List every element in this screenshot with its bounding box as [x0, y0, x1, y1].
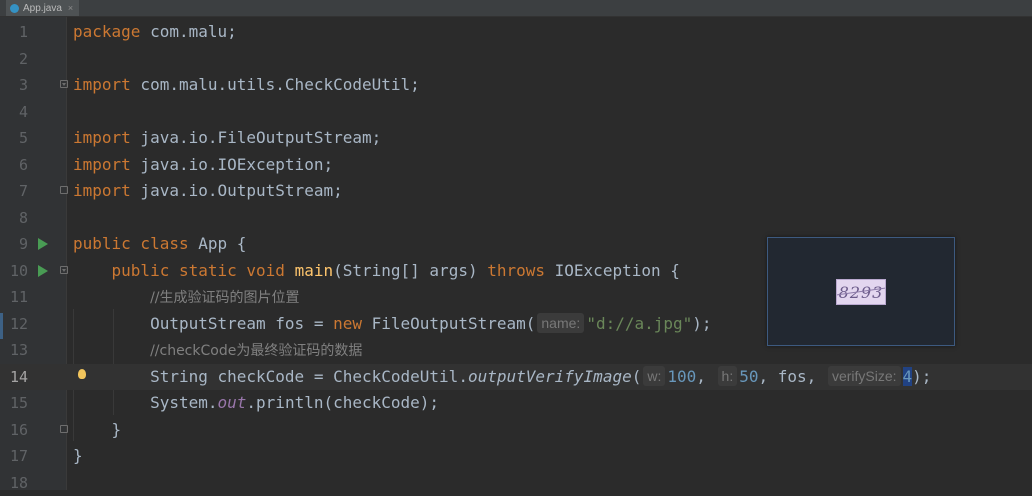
code-line-4[interactable]: 4: [0, 99, 1032, 126]
parameter-hint: h:: [718, 366, 738, 386]
line-number: 6: [0, 152, 28, 179]
keyword: package: [73, 22, 140, 41]
keyword: throws: [487, 261, 545, 280]
line-number: 13: [0, 337, 28, 364]
code-text: (String[] args): [333, 261, 487, 280]
comment: //checkCode为最终验证码的数据: [150, 343, 362, 359]
code-line-16[interactable]: 16 }: [0, 417, 1032, 444]
code-text: }: [112, 420, 122, 439]
line-number: 3: [0, 72, 28, 99]
file-tab-label: App.java: [23, 3, 62, 14]
code-text: (: [632, 367, 642, 386]
close-icon[interactable]: ×: [68, 3, 73, 13]
code-text: OutputStream fos =: [150, 314, 333, 333]
run-icon[interactable]: [38, 238, 48, 250]
code-text: FileOutputStream(: [362, 314, 535, 333]
line-number: 2: [0, 46, 28, 73]
code-line-7[interactable]: 7 import java.io.OutputStream;: [0, 178, 1032, 205]
code-text: java.io.FileOutputStream;: [131, 128, 381, 147]
line-number: 10: [0, 258, 28, 285]
code-line-5[interactable]: 5 import java.io.FileOutputStream;: [0, 125, 1032, 152]
code-line-15[interactable]: 15 System.out.println(checkCode);: [0, 390, 1032, 417]
keyword: public static void: [112, 261, 285, 280]
code-line-18[interactable]: 18: [0, 470, 1032, 496]
code-line-14[interactable]: 14 String checkCode = CheckCodeUtil.outp…: [0, 364, 1032, 391]
java-class-icon: [10, 4, 19, 13]
keyword: import: [73, 155, 131, 174]
editor-tab-bar: App.java ×: [0, 0, 1032, 17]
line-number: 15: [0, 390, 28, 417]
static-field: out: [218, 393, 247, 412]
parameter-hint: name:: [537, 313, 584, 333]
fold-icon[interactable]: [60, 425, 68, 433]
code-line-8[interactable]: 8: [0, 205, 1032, 232]
fold-icon[interactable]: [60, 266, 68, 274]
code-text: java.io.OutputStream;: [131, 181, 343, 200]
line-number: 16: [0, 417, 28, 444]
line-number: 18: [0, 470, 28, 496]
file-tab[interactable]: App.java ×: [6, 0, 79, 16]
code-text: }: [73, 446, 83, 465]
keyword: import: [73, 128, 131, 147]
comment: //生成验证码的图片位置: [150, 290, 299, 306]
code-line-6[interactable]: 6 import java.io.IOException;: [0, 152, 1032, 179]
code-text: );: [912, 367, 931, 386]
keyword: public class: [73, 234, 189, 253]
parameter-hint: w:: [643, 366, 665, 386]
line-number: 17: [0, 443, 28, 470]
captcha-image: 8293: [836, 279, 886, 305]
code-text: com.malu;: [140, 22, 236, 41]
code-text: .println(checkCode);: [246, 393, 439, 412]
keyword: new: [333, 314, 362, 333]
method-call: outputVerifyImage: [468, 367, 632, 386]
line-number: 14: [0, 364, 28, 391]
line-number: 12: [0, 311, 28, 338]
code-text: com.malu.utils.CheckCodeUtil;: [131, 75, 420, 94]
image-preview-popup: 8293: [767, 237, 955, 346]
line-number: 7: [0, 178, 28, 205]
line-number: 8: [0, 205, 28, 232]
run-icon[interactable]: [38, 265, 48, 277]
code-text: , fos,: [759, 367, 817, 386]
string-literal: "d://a.jpg": [586, 314, 692, 333]
number-literal: 50: [739, 367, 758, 386]
code-line-2[interactable]: 2: [0, 46, 1032, 73]
fold-icon[interactable]: [60, 80, 68, 88]
keyword: import: [73, 75, 131, 94]
code-line-17[interactable]: 17 }: [0, 443, 1032, 470]
number-literal: 100: [667, 367, 696, 386]
code-text: App {: [189, 234, 247, 253]
keyword: import: [73, 181, 131, 200]
fold-icon[interactable]: [60, 186, 68, 194]
code-line-1[interactable]: 1 package com.malu;: [0, 19, 1032, 46]
code-editor[interactable]: 1 package com.malu; 2 3 import com.malu.…: [0, 17, 1032, 490]
line-number: 5: [0, 125, 28, 152]
line-number: 9: [0, 231, 28, 258]
selected-number-literal: 4: [903, 367, 913, 386]
code-text: ,: [696, 367, 706, 386]
code-line-3[interactable]: 3 import com.malu.utils.CheckCodeUtil;: [0, 72, 1032, 99]
line-number: 11: [0, 284, 28, 311]
code-text: System.: [150, 393, 217, 412]
method-name: main: [295, 261, 334, 280]
line-number: 4: [0, 99, 28, 126]
code-text: java.io.IOException;: [131, 155, 333, 174]
code-text: String checkCode = CheckCodeUtil.: [150, 367, 468, 386]
line-number: 1: [0, 19, 28, 46]
code-text: );: [692, 314, 711, 333]
parameter-hint: verifySize:: [828, 366, 901, 386]
code-text: IOException {: [545, 261, 680, 280]
